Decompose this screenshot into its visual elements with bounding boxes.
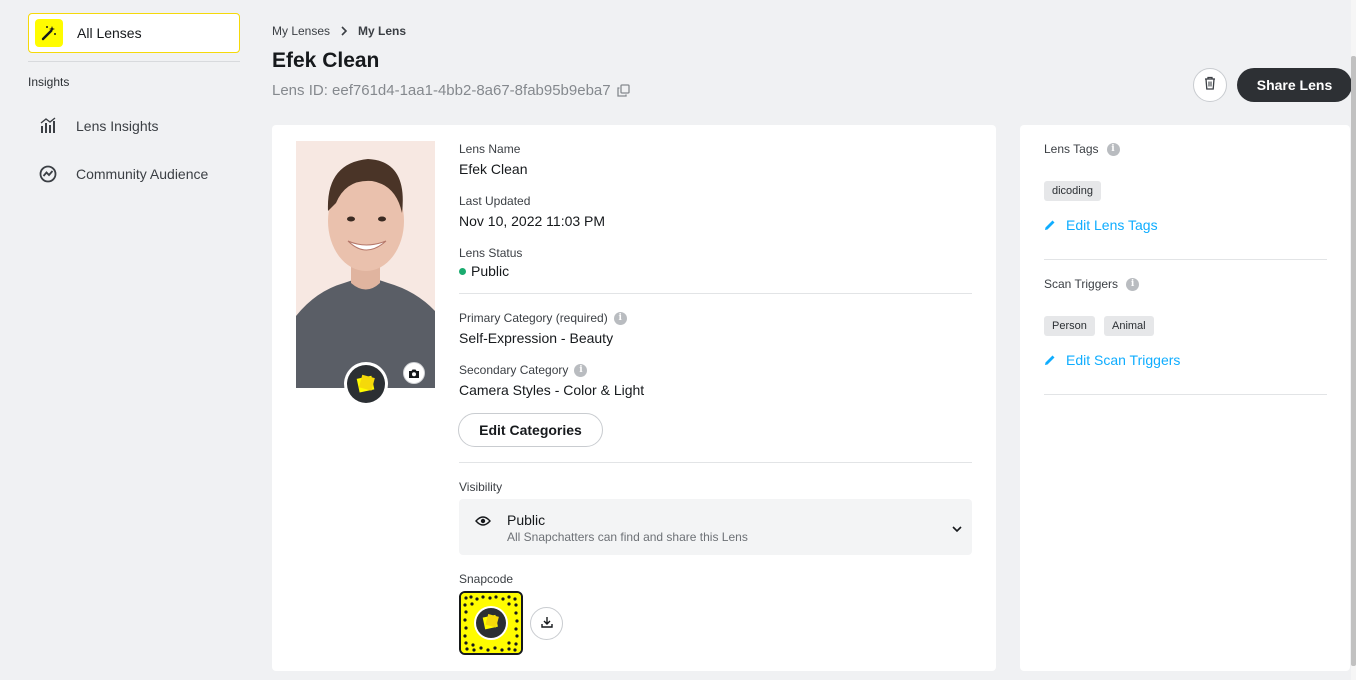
visibility-select[interactable]: Public All Snapchatters can find and sha… [459, 499, 972, 555]
page-title: Efek Clean [272, 49, 380, 72]
sidebar-item-label: Lens Insights [76, 118, 159, 134]
magic-wand-icon [35, 19, 63, 47]
download-snapcode-button[interactable] [530, 607, 563, 640]
edit-categories-button[interactable]: Edit Categories [458, 413, 603, 447]
info-icon[interactable]: i [574, 363, 588, 377]
scrollbar-thumb[interactable] [1351, 56, 1356, 666]
visibility-value: Public [507, 512, 546, 528]
visibility-label-text: Visibility [459, 480, 503, 494]
divider [1044, 259, 1327, 260]
camera-icon[interactable] [403, 362, 425, 384]
chevron-down-icon [952, 520, 962, 538]
last-updated-label: Last Updated [459, 194, 530, 208]
info-icon[interactable]: i [1106, 142, 1120, 156]
vertical-scrollbar[interactable] [1351, 0, 1356, 680]
primary-category-label-text: Primary Category (required) [459, 311, 608, 325]
sidebar-item-community-audience[interactable]: Community Audience [28, 156, 240, 192]
lens-id-text: Lens ID: eef761d4-1aa1-4bb2-8a67-8fab95b… [272, 82, 611, 99]
snapcode-image [459, 591, 523, 655]
secondary-category-value: Camera Styles - Color & Light [459, 382, 645, 398]
last-updated-value: Nov 10, 2022 11:03 PM [459, 213, 606, 229]
info-icon[interactable]: i [613, 311, 627, 325]
lens-details-card: Lens Name Efek Clean Last Updated Nov 10… [272, 125, 996, 671]
trash-icon [1204, 76, 1216, 95]
lens-status-label: Lens Status [459, 246, 522, 260]
divider [459, 293, 972, 294]
all-lenses-button[interactable]: All Lenses [28, 13, 240, 53]
sidebar-item-label: Community Audience [76, 166, 209, 182]
sidebar: All Lenses Insights Lens Insights Commun… [0, 0, 262, 680]
edit-lens-tags-link[interactable]: Edit Lens Tags [1044, 217, 1158, 233]
download-icon [540, 615, 553, 633]
tag-chip: dicoding [1044, 181, 1101, 201]
breadcrumb: My Lenses My Lens [272, 24, 406, 38]
last-updated-label-text: Last Updated [459, 194, 531, 208]
delete-button[interactable] [1193, 68, 1227, 102]
trigger-chip: Animal [1104, 316, 1154, 336]
trend-circle-icon [28, 165, 68, 183]
lens-preview-image [296, 141, 435, 388]
eye-icon [475, 514, 491, 532]
lens-status-label-text: Lens Status [459, 246, 523, 260]
snapcode-label: Snapcode [459, 572, 513, 586]
lens-id: Lens ID: eef761d4-1aa1-4bb2-8a67-8fab95b… [272, 82, 630, 99]
primary-category-value: Self-Expression - Beauty [459, 330, 614, 346]
chevron-right-icon [340, 26, 348, 36]
lens-icon [347, 365, 385, 403]
lens-tags-card: Lens Tags i dicoding Edit Lens Tags Scan… [1020, 125, 1350, 671]
secondary-category-label-text: Secondary Category [459, 363, 569, 377]
trigger-chip: Person [1044, 316, 1095, 336]
sidebar-section-title: Insights [28, 75, 70, 89]
info-icon[interactable]: i [1126, 277, 1140, 291]
snapcode-label-text: Snapcode [459, 572, 514, 586]
pencil-icon [1045, 355, 1055, 365]
lens-status-text: Public [471, 263, 510, 279]
edit-lens-tags-label: Edit Lens Tags [1066, 217, 1158, 233]
lens-name-value: Efek Clean [459, 161, 528, 177]
breadcrumb-my-lenses[interactable]: My Lenses [272, 24, 330, 38]
edit-scan-triggers-label: Edit Scan Triggers [1066, 352, 1181, 368]
lens-icon-badge [344, 362, 388, 406]
edit-scan-triggers-link[interactable]: Edit Scan Triggers [1044, 352, 1180, 368]
sidebar-item-lens-insights[interactable]: Lens Insights [28, 108, 240, 144]
lens-name-label-text: Lens Name [459, 142, 521, 156]
visibility-label: Visibility [459, 480, 502, 494]
all-lenses-label: All Lenses [77, 25, 142, 41]
divider [1044, 394, 1327, 395]
copy-icon[interactable] [616, 84, 630, 97]
bar-chart-icon [28, 117, 68, 135]
lens-tags-label-text: Lens Tags [1044, 142, 1099, 156]
breadcrumb-current: My Lens [358, 24, 407, 38]
divider [459, 462, 972, 463]
secondary-category-label: Secondary Category i [459, 363, 588, 377]
scan-triggers-label: Scan Triggers i [1044, 277, 1140, 291]
pencil-icon [1045, 220, 1055, 230]
sidebar-divider [28, 61, 240, 62]
lens-status-value: Public [459, 263, 509, 279]
lens-name-label: Lens Name [459, 142, 520, 156]
scan-triggers-label-text: Scan Triggers [1044, 277, 1119, 291]
share-lens-button[interactable]: Share Lens [1237, 68, 1352, 102]
status-dot-icon [459, 267, 466, 275]
visibility-description: All Snapchatters can find and share this… [507, 530, 748, 544]
lens-tags-label: Lens Tags i [1044, 142, 1120, 156]
primary-category-label: Primary Category (required) i [459, 311, 627, 325]
